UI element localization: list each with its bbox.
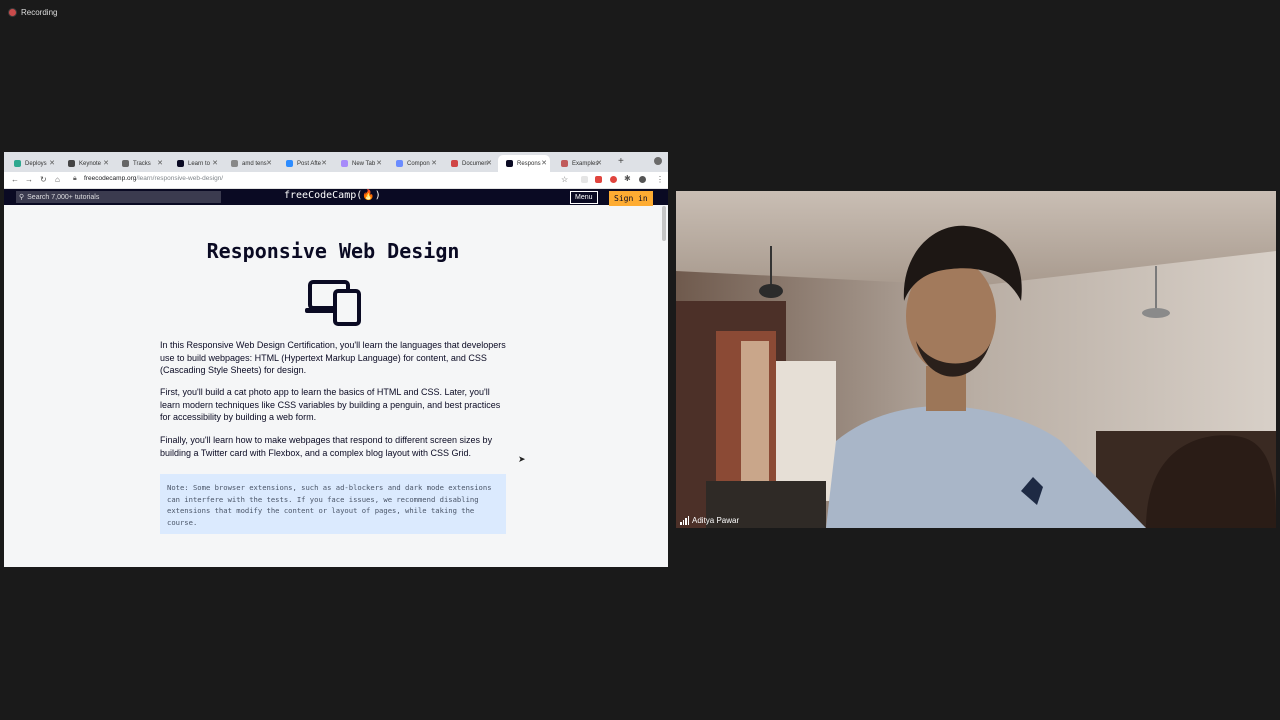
tab-close-icon[interactable]: ✕ (103, 159, 109, 167)
tab-close-icon[interactable]: ✕ (541, 159, 547, 167)
tab-favicon-icon (341, 160, 348, 167)
back-icon[interactable]: ← (11, 175, 19, 184)
page-title: Responsive Web Design (206, 239, 460, 263)
home-icon[interactable]: ⌂ (55, 175, 60, 184)
bookmark-star-icon[interactable]: ☆ (561, 175, 568, 184)
forward-icon[interactable]: → (25, 175, 33, 184)
shared-browser-window: Deploys ✕ Keynote ✕ Tracks ✕ Learn to ✕ amd … (4, 152, 668, 567)
tab-learn[interactable]: Learn to ✕ (169, 155, 221, 172)
search-icon: ⚲ (19, 194, 25, 201)
fcc-logo[interactable]: freeCodeCamp(🔥) (284, 190, 381, 201)
tab-post[interactable]: Post Afte ✕ (278, 155, 330, 172)
extensions-note: Note: Some browser extensions, such as a… (160, 474, 506, 534)
tab-favicon-icon (506, 160, 513, 167)
tab-favicon-icon (177, 160, 184, 167)
record-dot-icon (9, 9, 16, 16)
tab-components[interactable]: Compon ✕ (388, 155, 440, 172)
tab-close-icon[interactable]: ✕ (212, 159, 218, 167)
tab-responsive-active[interactable]: Respons ✕ (498, 155, 550, 172)
intro-paragraph: First, you'll build a cat photo app to l… (160, 387, 501, 422)
mouse-cursor-icon: ➤ (518, 454, 526, 464)
tab-favicon-icon (561, 160, 568, 167)
kebab-menu-icon[interactable]: ⋮ (656, 175, 664, 184)
new-tab-icon[interactable]: + (618, 156, 624, 167)
profile-avatar-icon[interactable] (639, 176, 646, 183)
participant-video[interactable]: Aditya Pawar (676, 191, 1276, 528)
window-menu-icon[interactable] (654, 157, 662, 165)
sign-in-button[interactable]: Sign in (609, 191, 653, 206)
lock-icon[interactable]: 🔒︎ (73, 175, 77, 183)
tab-tracks[interactable]: Tracks ✕ (114, 155, 166, 172)
tab-favicon-icon (231, 160, 238, 167)
extension-icon[interactable] (610, 176, 617, 183)
address-bar: ← → ↻ ⌂ 🔒︎ freecodecamp.org/learn/respon… (4, 172, 668, 189)
fcc-navbar: ⚲ Search 7,000+ tutorials freeCodeCamp(🔥… (4, 189, 668, 206)
tab-close-icon[interactable]: ✕ (486, 159, 492, 167)
tab-deploys[interactable]: Deploys ✕ (6, 155, 58, 172)
tab-bar: Deploys ✕ Keynote ✕ Tracks ✕ Learn to ✕ amd … (4, 152, 668, 172)
tab-new-tab[interactable]: New Tab ✕ (333, 155, 385, 172)
extension-icon[interactable] (581, 176, 588, 183)
tab-close-icon[interactable]: ✕ (49, 159, 55, 167)
extensions-puzzle-icon[interactable]: ✱ (624, 174, 631, 183)
tab-amd[interactable]: amd tens ✕ (223, 155, 275, 172)
tab-favicon-icon (286, 160, 293, 167)
scrollbar[interactable] (662, 206, 666, 241)
reload-icon[interactable]: ↻ (40, 175, 47, 184)
freecodecamp-page: ⚲ Search 7,000+ tutorials freeCodeCamp(🔥… (4, 189, 668, 567)
search-input[interactable]: ⚲ Search 7,000+ tutorials (16, 191, 221, 203)
tab-close-icon[interactable]: ✕ (596, 159, 602, 167)
tab-favicon-icon (451, 160, 458, 167)
tab-close-icon[interactable]: ✕ (376, 159, 382, 167)
extension-icon[interactable] (595, 176, 602, 183)
recording-label: Recording (21, 8, 58, 17)
tab-documents[interactable]: Documen ✕ (443, 155, 495, 172)
recording-indicator: Recording (9, 8, 57, 17)
responsive-devices-icon (305, 280, 361, 326)
tab-close-icon[interactable]: ✕ (431, 159, 437, 167)
tab-favicon-icon (396, 160, 403, 167)
signal-strength-icon (680, 516, 689, 525)
tab-favicon-icon (122, 160, 129, 167)
participant-name: Aditya Pawar (692, 516, 740, 525)
tab-examples[interactable]: Examples ✕ (553, 155, 605, 172)
tab-favicon-icon (14, 160, 21, 167)
url-field[interactable]: freecodecamp.org/learn/responsive-web-de… (84, 175, 223, 182)
menu-button[interactable]: Menu (570, 191, 598, 204)
intro-paragraph: In this Responsive Web Design Certificat… (160, 340, 506, 375)
participant-video-feed (676, 191, 1276, 528)
tab-close-icon[interactable]: ✕ (157, 159, 163, 167)
tab-keynote[interactable]: Keynote ✕ (60, 155, 112, 172)
tab-close-icon[interactable]: ✕ (321, 159, 327, 167)
tab-favicon-icon (68, 160, 75, 167)
intro-paragraph: Finally, you'll learn how to make webpag… (160, 435, 493, 458)
tab-close-icon[interactable]: ✕ (266, 159, 272, 167)
participant-name-tag: Aditya Pawar (680, 516, 739, 525)
